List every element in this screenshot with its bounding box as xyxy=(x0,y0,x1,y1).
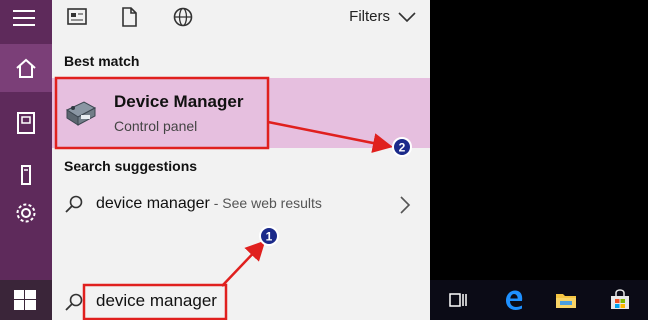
filters-label: Filters xyxy=(349,8,390,25)
search-box[interactable]: device manager xyxy=(52,282,430,320)
suggestion-hint: - See web results xyxy=(209,195,322,211)
tower-icon[interactable] xyxy=(13,162,39,188)
chevron-right-icon[interactable] xyxy=(398,195,412,215)
web-globe-icon[interactable] xyxy=(172,6,194,28)
document-icon[interactable] xyxy=(118,6,140,28)
windows-logo-icon xyxy=(14,290,36,310)
file-explorer-icon[interactable] xyxy=(554,288,578,312)
best-match-heading: Best match xyxy=(64,53,140,69)
search-input[interactable]: device manager xyxy=(96,291,217,311)
filters-dropdown[interactable]: Filters xyxy=(349,8,416,25)
store-icon[interactable] xyxy=(608,288,632,312)
search-panel: Filters Best match Device Manager Contro… xyxy=(52,0,430,320)
home-button[interactable] xyxy=(0,44,52,92)
best-match-title: Device Manager xyxy=(114,92,244,111)
task-view-icon[interactable] xyxy=(446,288,470,312)
edge-icon[interactable] xyxy=(502,288,526,312)
home-icon xyxy=(13,56,39,82)
suggestion-query: device manager xyxy=(96,195,210,212)
start-button[interactable] xyxy=(0,280,52,320)
best-match-result[interactable]: Device Manager Control panel xyxy=(52,78,430,148)
search-scope-bar: Filters xyxy=(52,0,430,36)
settings-icon[interactable] xyxy=(13,200,39,226)
taskbar xyxy=(430,280,648,320)
best-match-subtitle: Control panel xyxy=(114,118,198,134)
hamburger-icon[interactable] xyxy=(13,10,35,31)
web-suggestion-item[interactable]: device manager - See web results xyxy=(52,186,430,224)
search-icon xyxy=(65,195,83,213)
suggestion-text: device manager - See web results xyxy=(96,195,322,213)
apps-icon[interactable] xyxy=(66,6,88,28)
search-icon xyxy=(65,293,83,311)
search-suggestions-heading: Search suggestions xyxy=(64,158,198,174)
start-menu-rail xyxy=(0,0,52,280)
documents-icon[interactable] xyxy=(13,110,39,136)
chevron-down-icon xyxy=(398,11,416,22)
device-manager-icon xyxy=(65,101,97,126)
